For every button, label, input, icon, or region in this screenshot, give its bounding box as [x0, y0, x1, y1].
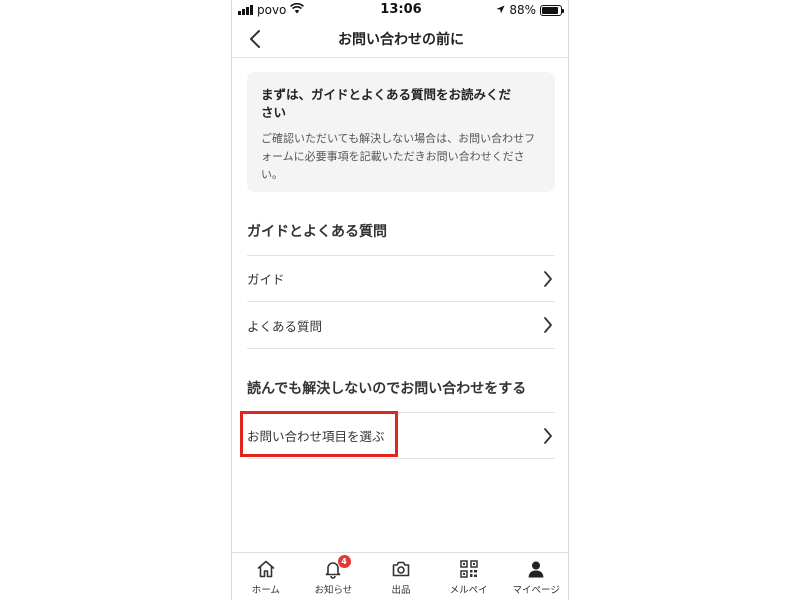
tab-merpay[interactable]: メルペイ	[435, 553, 503, 600]
page-title: お問い合わせの前に	[338, 32, 464, 48]
qr-code-icon	[459, 558, 479, 580]
faq-row-label: よくある質問	[247, 318, 323, 334]
battery-percent: 88%	[509, 3, 536, 17]
select-inquiry-label: お問い合わせ項目を選ぶ	[247, 429, 385, 444]
tab-sell[interactable]: 出品	[367, 553, 435, 600]
notification-badge: 4	[337, 555, 351, 568]
tab-mypage[interactable]: マイページ	[502, 553, 568, 600]
guide-row-label: ガイド	[247, 272, 285, 287]
chevron-right-icon	[544, 317, 552, 333]
location-arrow-icon	[496, 3, 505, 17]
header: お問い合わせの前に	[232, 20, 568, 58]
tab-sell-label: 出品	[391, 585, 411, 596]
status-right: 88%	[496, 3, 564, 17]
tab-notifications-label: お知らせ	[314, 585, 353, 596]
faq-row[interactable]: よくある質問	[247, 302, 555, 349]
chevron-right-icon	[544, 428, 552, 444]
select-inquiry-row[interactable]: お問い合わせ項目を選ぶ	[247, 412, 555, 459]
contact-section-title: 読んでも解決しないのでお問い合わせをする	[247, 381, 527, 397]
camera-icon	[391, 558, 411, 580]
tab-home-label: ホーム	[251, 585, 280, 596]
tab-notifications[interactable]: 4 お知らせ	[300, 553, 368, 600]
status-bar: povo 13:06 88%	[232, 0, 568, 20]
tab-mypage-label: マイページ	[512, 585, 560, 596]
notice-body: ご確認いただいても解決しない場合は、お問い合わせフォームに必要事項を記載いただき…	[261, 132, 536, 181]
phone-screen: povo 13:06 88% お問い合わせの前に まずは、ガイドとよくある質問を…	[231, 0, 569, 600]
guide-row[interactable]: ガイド	[247, 255, 555, 302]
notice-heading: まずは、ガイドとよくある質問をお読みください	[261, 87, 512, 120]
person-icon	[526, 558, 546, 580]
notice-box: まずは、ガイドとよくある質問をお読みください ご確認いただいても解決しない場合は…	[247, 72, 555, 192]
home-icon	[256, 558, 276, 580]
chevron-right-icon	[544, 271, 552, 287]
tab-home[interactable]: ホーム	[232, 553, 300, 600]
battery-icon	[540, 4, 564, 16]
bottom-tab-bar: ホーム 4 お知らせ 出品 メルペイ マイページ	[232, 552, 568, 600]
guide-section-title: ガイドとよくある質問	[247, 224, 387, 240]
tab-merpay-label: メルペイ	[449, 585, 488, 596]
